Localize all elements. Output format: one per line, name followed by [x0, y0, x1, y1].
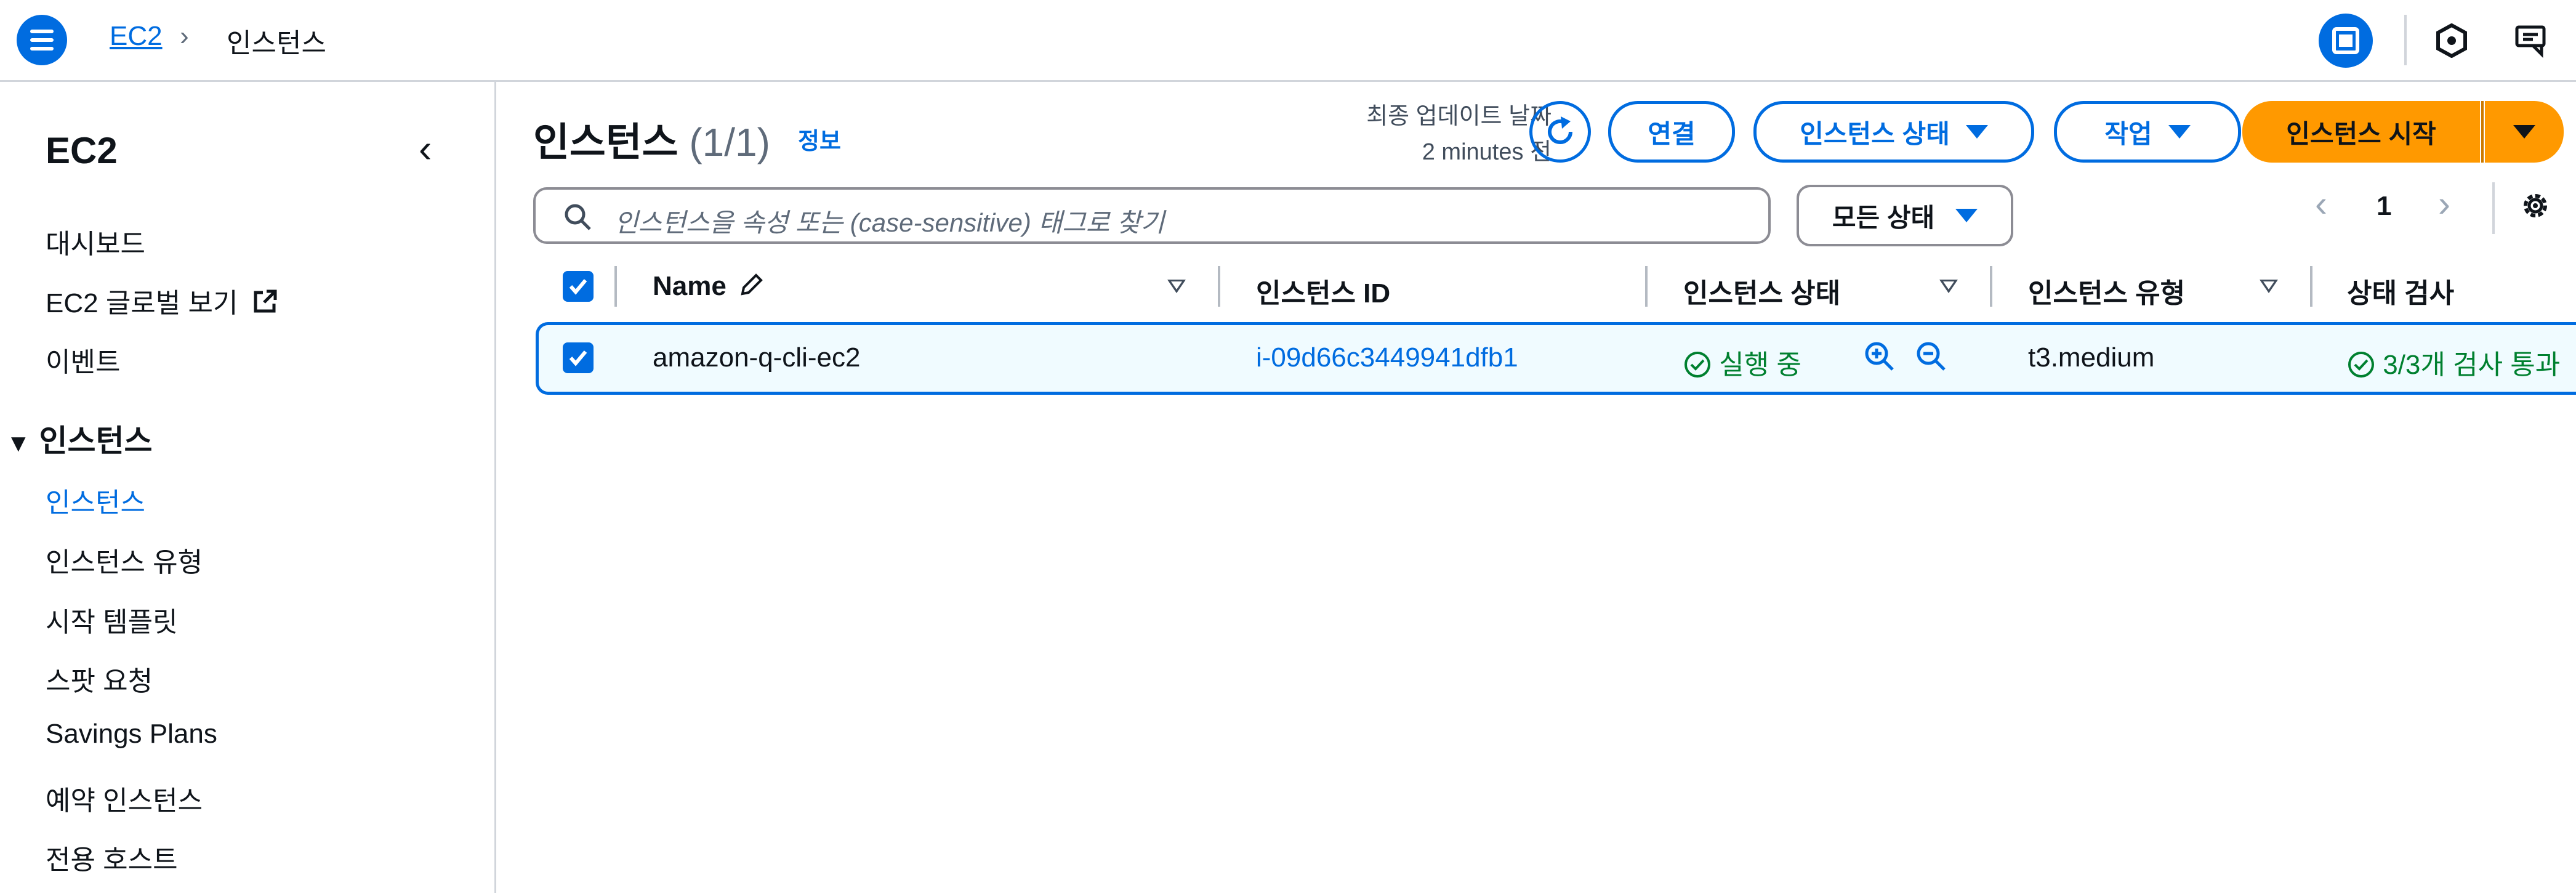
caret-down-icon [2168, 125, 2191, 139]
last-updated: 최종 업데이트 날짜 2 minutes 전 [1366, 99, 1552, 170]
sidebar-title: EC2 [46, 130, 118, 171]
check-circle-icon [2348, 352, 2374, 378]
info-link[interactable]: 정보 [798, 122, 841, 156]
settings-gear-icon[interactable] [2517, 187, 2554, 227]
feedback-icon[interactable] [2506, 15, 2558, 67]
search-input[interactable]: 인스턴스을 속성 또는 (case-sensitive) 태그로 찾기 [533, 187, 1771, 244]
sidebar-item-global-view[interactable]: EC2 글로벌 보기 [46, 281, 278, 320]
column-header-label: Name [653, 271, 727, 301]
column-header-instance-state[interactable]: 인스턴스 상태 [1683, 271, 1840, 310]
external-link-icon [254, 289, 277, 313]
sidebar-section-instances[interactable]: ▼ 인스턴스 [6, 416, 153, 461]
column-header-instance-type[interactable]: 인스턴스 유형 [2028, 271, 2185, 310]
page-title: 인스턴스 (1/1) [533, 111, 770, 168]
sidebar-item-dedicated-hosts[interactable]: 전용 호스트 [46, 838, 178, 877]
sidebar-item-instances[interactable]: 인스턴스 [46, 480, 145, 520]
status-check-text: 3/3개 검사 통과 [2383, 350, 2561, 380]
breadcrumb-current: 인스턴스 [227, 28, 326, 59]
state-filter-dropdown[interactable]: 모든 상태 [1797, 185, 2013, 246]
instance-state-status: 실행 중 [1683, 342, 1801, 382]
next-page-icon[interactable]: › [2438, 182, 2450, 225]
row-checkbox[interactable] [563, 342, 594, 373]
caret-down-icon [1965, 125, 1988, 139]
column-divider [1645, 266, 1648, 307]
shield-icon[interactable] [2426, 15, 2477, 67]
breadcrumb-ec2-link[interactable]: EC2 [110, 21, 163, 52]
caret-down-icon: ▼ [6, 430, 31, 457]
filter-type-icon[interactable] [2260, 280, 2278, 293]
instance-count: (1/1) [689, 120, 770, 164]
instance-state-button[interactable]: 인스턴스 상태 [1753, 101, 2034, 163]
last-updated-label: 최종 업데이트 날짜 [1366, 103, 1552, 129]
page-number[interactable]: 1 [2377, 191, 2391, 222]
pager-divider [2492, 182, 2495, 234]
top-navigation-bar [0, 0, 2576, 82]
status-check: 3/3개 검사 통과 [2347, 342, 2576, 382]
sidebar-item-reserved-instances[interactable]: 예약 인스턴스 [46, 778, 203, 818]
sidebar-item-events[interactable]: 이벤트 [46, 340, 120, 379]
instance-name: amazon-q-cli-ec2 [653, 342, 861, 373]
sidebar-item-savings-plans[interactable]: Savings Plans [46, 719, 217, 750]
actions-button[interactable]: 작업 [2054, 101, 2241, 163]
actions-label: 작업 [2104, 119, 2152, 148]
state-filter-label: 모든 상태 [1832, 203, 1935, 232]
zoom-in-icon[interactable] [1862, 339, 1898, 378]
sidebar-item-dashboard[interactable]: 대시보드 [46, 222, 145, 261]
column-header-name[interactable]: Name [653, 271, 765, 302]
filter-name-icon[interactable] [1167, 280, 1186, 293]
sidebar-item-label: EC2 글로벌 보기 [46, 288, 238, 318]
search-placeholder: 인스턴스을 속성 또는 (case-sensitive) 태그로 찾기 [614, 208, 1165, 237]
chevron-right-icon: › [180, 21, 189, 51]
collapse-sidebar-icon[interactable]: ‹ [419, 126, 432, 171]
refresh-button[interactable] [1529, 101, 1591, 163]
check-icon [569, 350, 587, 366]
toolbar-divider [2404, 15, 2407, 65]
column-header-instance-id[interactable]: 인스턴스 ID [1256, 271, 1390, 310]
instance-type: t3.medium [2028, 342, 2155, 373]
check-icon [569, 279, 587, 295]
instance-state-label: 인스턴스 상태 [1800, 119, 1950, 148]
page-title-text: 인스턴스 [533, 120, 678, 164]
sidebar-item-spot-requests[interactable]: 스팟 요청 [46, 659, 153, 698]
caret-down-icon [2513, 125, 2535, 139]
column-divider [1218, 266, 1220, 307]
select-all-checkbox[interactable] [563, 271, 594, 302]
split-panel-icon[interactable] [2319, 14, 2373, 68]
column-header-status-check[interactable]: 상태 검사 [2347, 271, 2454, 310]
zoom-out-icon[interactable] [1914, 339, 1949, 378]
search-icon [565, 204, 591, 230]
menu-icon[interactable] [17, 15, 67, 65]
sidebar-item-instance-types[interactable]: 인스턴스 유형 [46, 540, 203, 580]
refresh-icon [1548, 116, 1572, 144]
instance-id-link[interactable]: i-09d66c3449941dfb1 [1256, 342, 1518, 373]
column-divider [614, 266, 617, 307]
check-circle-icon [1684, 352, 1710, 378]
column-divider [1990, 266, 1992, 307]
column-divider [2310, 266, 2312, 307]
button-divider [2481, 101, 2484, 163]
sidebar-item-launch-templates[interactable]: 시작 템플릿 [46, 600, 178, 639]
launch-instance-button[interactable]: 인스턴스 시작 [2242, 101, 2480, 163]
caret-down-icon [1955, 209, 1978, 222]
sidebar-section-label: 인스턴스 [39, 424, 153, 458]
filter-state-icon[interactable] [1939, 280, 1958, 293]
connect-button[interactable]: 연결 [1608, 101, 1735, 163]
pencil-icon [741, 273, 763, 296]
launch-dropdown-button[interactable] [2485, 101, 2564, 163]
instance-state-text: 실행 중 [1719, 350, 1801, 380]
last-updated-value: 2 minutes 전 [1422, 139, 1552, 165]
previous-page-icon[interactable]: ‹ [2315, 182, 2327, 225]
